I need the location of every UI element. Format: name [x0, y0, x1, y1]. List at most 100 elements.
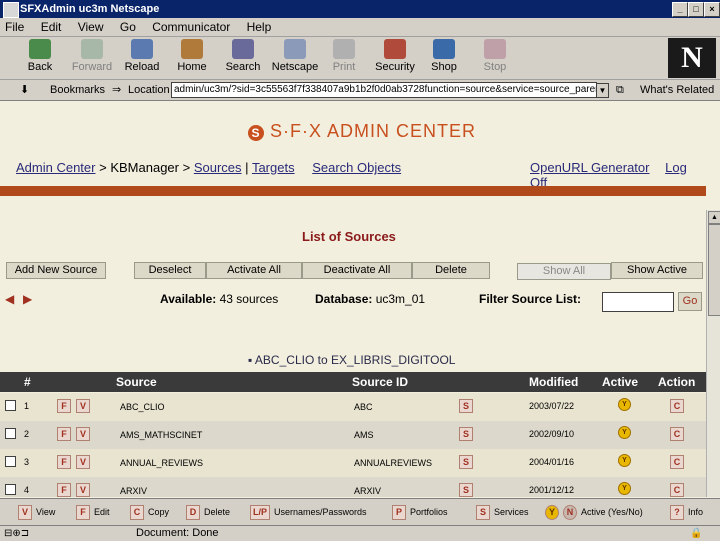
active-yes-icon[interactable]: Y	[618, 426, 631, 439]
menu-edit[interactable]: Edit	[41, 20, 62, 34]
menu-communicator[interactable]: Communicator	[152, 20, 230, 34]
row-checkbox[interactable]	[5, 428, 16, 439]
show-all-button[interactable]: Show All	[517, 263, 611, 280]
edit-button[interactable]: F	[57, 483, 71, 497]
active-yes-icon[interactable]: Y	[618, 482, 631, 495]
window-title: SFXAdmin uc3m Netscape	[20, 3, 160, 15]
forward-button[interactable]: Forward	[66, 39, 118, 73]
add-new-source-button[interactable]: Add New Source	[6, 262, 106, 279]
nav-search-objects[interactable]: Search Objects	[312, 160, 401, 175]
search-button[interactable]: Search	[217, 39, 269, 73]
close-button[interactable]: ×	[704, 2, 720, 17]
nav-sources[interactable]: Sources	[194, 160, 242, 175]
nav-openurl-generator[interactable]: OpenURL Generator	[530, 160, 649, 175]
reload-icon	[131, 39, 153, 59]
search-icon	[232, 39, 254, 59]
deactivate-all-button[interactable]: Deactivate All	[302, 262, 412, 279]
activate-all-button[interactable]: Activate All	[206, 262, 302, 279]
menu-file[interactable]: File	[5, 20, 24, 34]
stop-button[interactable]: Stop	[469, 39, 521, 73]
go-button[interactable]: Go	[678, 292, 702, 311]
brand-title: S·F·X ADMIN CENTER	[270, 121, 477, 141]
modified-date: 2004/01/16	[529, 457, 575, 467]
scroll-thumb[interactable]	[708, 224, 720, 316]
vertical-scrollbar[interactable]: ▲	[706, 210, 720, 497]
nav-admin-center[interactable]: Admin Center	[16, 160, 95, 175]
modified-date: 2002/09/10	[529, 429, 575, 439]
legend-copy: C Copy	[130, 505, 169, 520]
col-action: Action	[658, 375, 696, 389]
connection-icon: ⊟⊕⊐	[4, 528, 30, 539]
row-checkbox[interactable]	[5, 400, 16, 411]
services-button[interactable]: S	[459, 427, 473, 441]
copy-button[interactable]: C	[670, 483, 684, 497]
security-button[interactable]: Security	[369, 39, 421, 73]
modified-date: 2003/07/22	[529, 401, 575, 411]
services-button[interactable]: S	[459, 399, 473, 413]
menu-view[interactable]: View	[78, 20, 104, 34]
sfx-logo-icon: S	[248, 125, 264, 141]
view-button[interactable]: V	[76, 483, 90, 497]
source-name: ANNUAL_REVIEWS	[120, 458, 204, 468]
source-id: ABC	[354, 402, 373, 412]
copy-button[interactable]: C	[670, 399, 684, 413]
url-dropdown-button[interactable]: ▼	[596, 83, 609, 98]
copy-button[interactable]: C	[670, 427, 684, 441]
back-button[interactable]: Back	[14, 39, 66, 73]
source-name: ARXIV	[120, 486, 148, 496]
deselect-button[interactable]: Deselect	[134, 262, 206, 279]
netscape-app-icon	[3, 2, 19, 18]
minimize-button[interactable]: _	[672, 2, 688, 17]
divider-bar	[0, 186, 706, 196]
next-page-icon[interactable]: ▶	[23, 292, 32, 306]
edit-button[interactable]: F	[57, 399, 71, 413]
reload-button[interactable]: Reload	[116, 39, 168, 73]
home-icon	[181, 39, 203, 59]
services-button[interactable]: S	[459, 455, 473, 469]
table-row: 1 F V ABC_CLIO ABC S 2003/07/22 Y C	[0, 393, 706, 421]
available-count: Available: 43 sources	[160, 292, 279, 306]
view-button[interactable]: V	[76, 455, 90, 469]
delete-button[interactable]: Delete	[412, 262, 490, 279]
location-bar: ⬇ Bookmarks ⇒ Location admin/uc3m/?sid=3…	[0, 80, 720, 101]
edit-button[interactable]: F	[57, 427, 71, 441]
source-id: ANNUALREVIEWS	[354, 458, 433, 468]
show-active-button[interactable]: Show Active	[611, 262, 703, 279]
location-icon: ⇒	[112, 84, 122, 96]
window-titlebar: SFXAdmin uc3m Netscape _ □ ×	[0, 0, 720, 18]
legend-portfolios: P Portfolios	[392, 505, 448, 520]
row-number: 2	[24, 429, 30, 439]
whats-related-button[interactable]: What's Related	[640, 80, 714, 100]
active-yes-icon[interactable]: Y	[618, 454, 631, 467]
source-name: ABC_CLIO	[120, 402, 165, 412]
view-button[interactable]: V	[76, 399, 90, 413]
netscape-button[interactable]: Netscape	[269, 39, 321, 73]
filter-input[interactable]	[602, 292, 674, 312]
row-checkbox[interactable]	[5, 456, 16, 467]
services-button[interactable]: S	[459, 483, 473, 497]
shop-icon	[433, 39, 455, 59]
legend-edit: F Edit	[76, 505, 110, 520]
active-yes-icon[interactable]: Y	[618, 398, 631, 411]
maximize-button[interactable]: □	[688, 2, 704, 17]
legend-bar: V View F Edit C Copy D Delete L/P Usernames/P…	[0, 498, 720, 526]
legend-active: Y N Active (Yes/No)	[545, 505, 643, 520]
bookmarks-button[interactable]: Bookmarks	[50, 80, 105, 100]
copy-button[interactable]: C	[670, 455, 684, 469]
navigation-toolbar: Back Forward Reload Home Search Netscape…	[0, 37, 720, 80]
shop-button[interactable]: Shop	[418, 39, 470, 73]
row-checkbox[interactable]	[5, 484, 16, 495]
url-input[interactable]: admin/uc3m/?sid=3c55563f7f338407a9b1b2f0…	[171, 82, 597, 98]
print-button[interactable]: Print	[318, 39, 370, 73]
status-text: Document: Done	[136, 527, 219, 539]
menu-go[interactable]: Go	[120, 20, 136, 34]
lock-icon	[384, 39, 406, 59]
security-status-icon: 🔒	[690, 528, 703, 539]
nav-targets[interactable]: Targets	[252, 160, 295, 175]
edit-button[interactable]: F	[57, 455, 71, 469]
menu-help[interactable]: Help	[247, 20, 272, 34]
view-button[interactable]: V	[76, 427, 90, 441]
prev-page-icon[interactable]: ◀	[5, 292, 14, 306]
scroll-up-button[interactable]: ▲	[708, 211, 720, 224]
home-button[interactable]: Home	[166, 39, 218, 73]
